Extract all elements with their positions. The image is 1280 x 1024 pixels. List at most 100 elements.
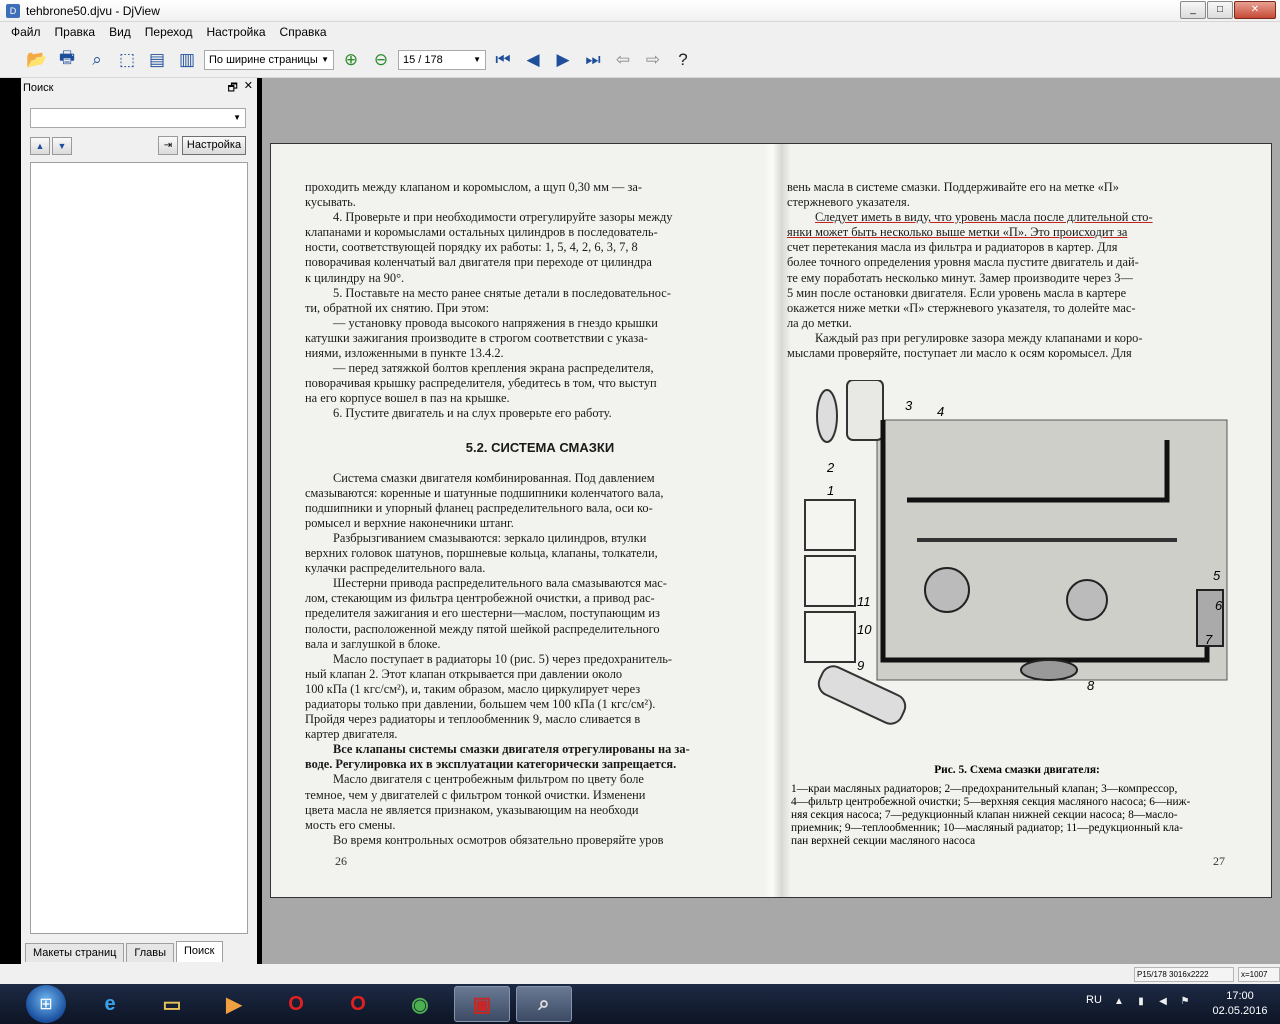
- last-page-icon[interactable]: ⏭: [580, 47, 606, 73]
- text-line: Пройдя через радиаторы и теплообменник 9…: [305, 712, 641, 727]
- print-icon[interactable]: 🖶: [54, 47, 80, 73]
- start-button[interactable]: ⊞: [26, 985, 66, 1023]
- menu-edit[interactable]: Правка: [48, 25, 103, 39]
- tray-expand-icon[interactable]: ▲: [1112, 996, 1126, 1010]
- text-line: — установку провода высокого напряжения …: [333, 315, 658, 330]
- bold-note-line: воде. Регулировка их в эксплуатации кате…: [305, 757, 677, 772]
- opera-icon[interactable]: O: [268, 986, 324, 1022]
- text-line: кусывать.: [305, 195, 356, 210]
- status-page-info: P15/178 3016x2222 300dpi: [1134, 967, 1234, 992]
- minimize-button[interactable]: _: [1180, 1, 1206, 19]
- text-line: 5. Поставьте на место ранее снятые детал…: [333, 285, 671, 300]
- menu-go[interactable]: Переход: [138, 25, 200, 39]
- select-icon[interactable]: ⬚: [114, 47, 140, 73]
- image-viewer-icon[interactable]: ⌕: [516, 986, 572, 1022]
- clock[interactable]: 17:00 02.05.2016: [1210, 989, 1270, 1019]
- zoom-out-icon[interactable]: ⊖: [368, 47, 394, 73]
- close-panel-icon[interactable]: ✕: [244, 79, 253, 98]
- right-page-text: вень масла в системе смазки. Поддерживай…: [787, 180, 1239, 361]
- menu-view[interactable]: Вид: [102, 25, 138, 39]
- caption-line: 4—фильтр центробежной очистки; 5—верхняя…: [791, 796, 1191, 808]
- text-line: янки может быть несколько выше метки «П»…: [787, 225, 1128, 240]
- text-line: 4. Проверьте и при необходимости отрегул…: [333, 210, 673, 225]
- menu-settings[interactable]: Настройка: [199, 25, 272, 39]
- text-line: полости, расположенной между пятой шейко…: [305, 621, 660, 636]
- document-view[interactable]: проходить между клапаном и коромыслом, а…: [262, 78, 1280, 964]
- text-line: катушки зажигания производите в строгом …: [305, 330, 648, 345]
- media-player-icon[interactable]: ▶: [206, 986, 262, 1022]
- flag-icon[interactable]: ⚑: [1178, 996, 1192, 1010]
- search-results-list[interactable]: [30, 162, 248, 934]
- tab-search[interactable]: Поиск: [176, 941, 223, 962]
- back-icon[interactable]: ⇦: [610, 47, 636, 73]
- figure-label: 8: [1087, 678, 1095, 693]
- text-line: поворачивая коленчатый вал двигателя при…: [305, 255, 652, 270]
- taskbar: ⊞ e ▭ ▶ O O ◉ ▣ ⌕ RU ▲ ▮ ◀ ⚑ 17:00 02.05…: [0, 984, 1280, 1024]
- text-line: мость его смены.: [305, 817, 396, 832]
- whats-this-help-icon[interactable]: ?: [670, 47, 696, 73]
- internet-explorer-icon[interactable]: e: [82, 986, 138, 1022]
- export-results-icon[interactable]: ⇥: [158, 136, 178, 155]
- zoom-in-icon[interactable]: ⊕: [338, 47, 364, 73]
- djvu-reader-icon[interactable]: ▣: [454, 986, 510, 1022]
- close-button[interactable]: ✕: [1234, 1, 1276, 19]
- figure-label: 5: [1213, 568, 1221, 583]
- side-by-side-icon[interactable]: ▥: [174, 47, 200, 73]
- text-line: Шестерни привода распределительного вала…: [333, 576, 667, 591]
- caption-line: няя секция насоса; 7—редукционный клапан…: [791, 809, 1178, 821]
- bold-note-line: Все клапаны системы смазки двигателя отр…: [333, 742, 690, 757]
- volume-icon[interactable]: ◀: [1156, 996, 1170, 1010]
- language-indicator[interactable]: RU: [1086, 994, 1102, 1006]
- figure-label: 10: [857, 622, 872, 637]
- text-line: Разбрызгиванием смазываются: зеркало цил…: [333, 530, 647, 545]
- text-line: более точного определения уровня масла п…: [787, 255, 1139, 270]
- text-line: вень масла в системе смазки. Поддерживай…: [787, 180, 1119, 194]
- document-page[interactable]: проходить между клапаном и коромыслом, а…: [270, 143, 1272, 898]
- text-line: вала и заглушкой в блоке.: [305, 636, 441, 651]
- text-line: лом, стекающим из фильтра центробежной о…: [305, 591, 655, 606]
- text-line: ла до метки.: [787, 315, 852, 330]
- first-page-icon[interactable]: ⏮: [490, 47, 516, 73]
- zoom-mode-select[interactable]: По ширине страницы ▼: [204, 49, 334, 70]
- chrome-icon[interactable]: ◉: [392, 986, 448, 1022]
- text-line: ромысел и верхние наконечники штанг.: [305, 515, 514, 530]
- text-line: темное, чем у двигателей с фильтром тонк…: [305, 787, 646, 802]
- status-bar: P15/178 3016x2222 300dpi x=1007 y=: [0, 964, 1280, 992]
- chevron-down-icon: ▼: [321, 55, 329, 64]
- text-line: Масло поступает в радиаторы 10 (рис. 5) …: [333, 651, 673, 666]
- caption-line: приемник; 9—теплообменник; 10—масляный р…: [791, 822, 1183, 834]
- text-line: на его корпусе вошел в паз на крышке.: [305, 391, 510, 406]
- menu-help[interactable]: Справка: [273, 25, 334, 39]
- text-line: ности, соответствующей порядку их работы…: [305, 240, 638, 255]
- text-line: смазываются: коренные и шатунные подшипн…: [305, 485, 664, 500]
- figure-label: 1: [827, 483, 834, 498]
- opera-browser-icon[interactable]: O: [330, 986, 386, 1022]
- find-binoculars-icon[interactable]: ⌕: [84, 47, 110, 73]
- text-line: Следует иметь в виду, что уровень масла …: [815, 210, 1153, 225]
- next-page-icon[interactable]: ▶: [550, 47, 576, 73]
- search-input[interactable]: ▼: [30, 108, 246, 128]
- text-line: верхних головок шатунов, поршневые кольц…: [305, 546, 658, 561]
- tab-outline[interactable]: Главы: [126, 943, 175, 962]
- open-folder-icon[interactable]: 📂: [24, 47, 50, 73]
- text-line: Система смазки двигателя комбинированная…: [333, 470, 655, 485]
- network-icon[interactable]: ▮: [1134, 996, 1148, 1010]
- page-select[interactable]: 15 / 178 ▼: [398, 49, 486, 70]
- section-heading: 5.2. СИСТЕМА СМАЗКИ: [465, 439, 615, 455]
- find-next-icon[interactable]: ▼: [52, 137, 72, 155]
- maximize-button[interactable]: □: [1207, 1, 1233, 19]
- search-panel-title: Поиск: [23, 82, 54, 94]
- figure-label: 9: [857, 658, 864, 673]
- text-line: — перед затяжкой болтов крепления экрана…: [333, 361, 654, 376]
- search-settings-button[interactable]: Настройка: [182, 136, 246, 155]
- forward-icon[interactable]: ⇨: [640, 47, 666, 73]
- file-explorer-icon[interactable]: ▭: [144, 986, 200, 1022]
- tab-thumbnails[interactable]: Макеты страниц: [25, 943, 125, 962]
- menu-file[interactable]: Файл: [4, 25, 48, 39]
- clock-time: 17:00: [1226, 990, 1254, 1002]
- float-panel-icon[interactable]: 🗗: [227, 79, 237, 98]
- find-previous-icon[interactable]: ▲: [30, 137, 50, 155]
- continuous-icon[interactable]: ▤: [144, 47, 170, 73]
- previous-page-icon[interactable]: ◀: [520, 47, 546, 73]
- text-line: мыслами проверяйте, поступает ли масло к…: [787, 346, 1132, 361]
